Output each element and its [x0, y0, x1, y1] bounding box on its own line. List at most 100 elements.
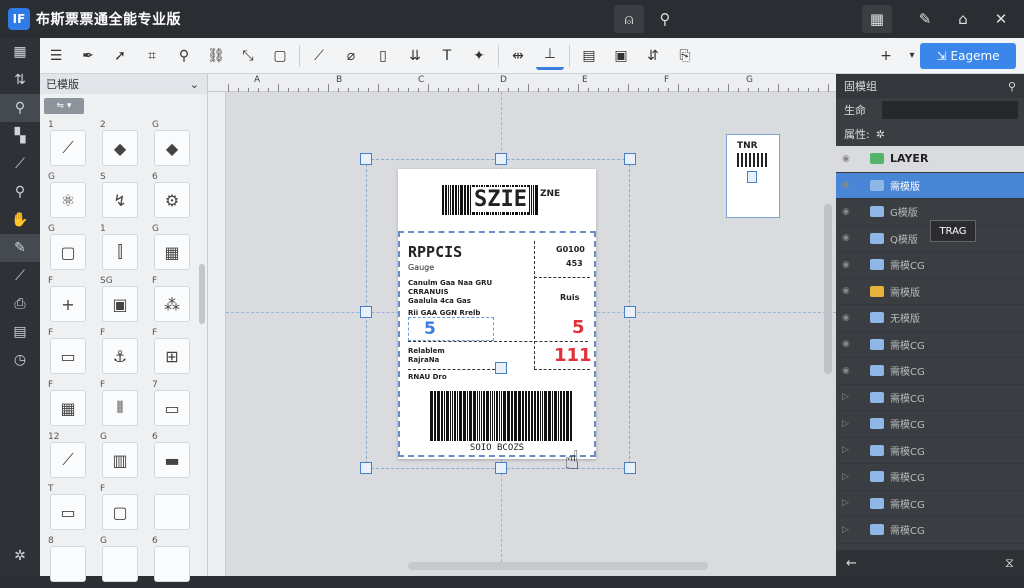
layer-row[interactable]: ◉ 需模CG: [836, 332, 1024, 358]
eye-icon[interactable]: ◉: [842, 339, 856, 349]
horizontal-scrollbar[interactable]: [408, 562, 708, 570]
eye-icon[interactable]: ◉: [842, 313, 856, 323]
search-icon[interactable]: ⚲: [650, 5, 680, 33]
layer-row[interactable]: ◉ 需模版: [836, 279, 1024, 305]
bell-icon[interactable]: ⍝: [614, 5, 644, 33]
palette-item[interactable]: 6 ▬: [148, 432, 200, 484]
merge-icon[interactable]: ⇊: [401, 42, 429, 70]
palette-item[interactable]: 12 ⟋: [44, 432, 96, 484]
search-icon[interactable]: ⚲: [0, 94, 40, 122]
shipping-label[interactable]: SZIE ZNE RPPCIS Gauge Canulm Gaa Naa GRU…: [398, 169, 596, 459]
expand-icon[interactable]: ▷: [842, 392, 856, 402]
resize-handle[interactable]: [360, 462, 372, 474]
stamp-icon[interactable]: ⎙: [0, 290, 40, 318]
clock-icon[interactable]: ◷: [0, 346, 40, 374]
pointer-icon[interactable]: ➚: [106, 42, 134, 70]
expand-icon[interactable]: ▷: [842, 525, 856, 535]
doc-icon[interactable]: ▯: [369, 42, 397, 70]
baseline-icon[interactable]: ⊥: [536, 42, 564, 70]
menu-icon[interactable]: ☰: [42, 42, 70, 70]
expand-icon[interactable]: ▷: [842, 419, 856, 429]
pen-icon[interactable]: ✎: [910, 5, 940, 33]
link-icon[interactable]: ⛓: [202, 42, 230, 70]
palette-item[interactable]: G: [96, 536, 148, 588]
grid-icon[interactable]: ▦: [862, 5, 892, 33]
add-icon[interactable]: +: [872, 42, 900, 70]
palette-item[interactable]: G ▦: [148, 224, 200, 276]
palette-item[interactable]: G ▢: [44, 224, 96, 276]
magic-icon[interactable]: ✦: [465, 42, 493, 70]
pipette-icon[interactable]: ⟋: [0, 150, 40, 178]
vertical-scrollbar[interactable]: [824, 204, 832, 374]
palette-item[interactable]: 1 ⟋: [44, 120, 96, 172]
name-input[interactable]: [882, 101, 1018, 119]
palette-item[interactable]: G ⚛: [44, 172, 96, 224]
resize-handle[interactable]: [360, 153, 372, 165]
palette-item[interactable]: 6: [148, 536, 200, 588]
palette-item[interactable]: [148, 484, 200, 536]
back-arrow-icon[interactable]: ←: [846, 556, 857, 571]
layer-row[interactable]: ◉ 需模CG: [836, 252, 1024, 279]
expand-icon[interactable]: ▷: [842, 445, 856, 455]
layer-row[interactable]: ◉ 无模版: [836, 305, 1024, 332]
arrow-icon[interactable]: ⇵: [639, 42, 667, 70]
resize-handle[interactable]: [495, 153, 507, 165]
resize-handle[interactable]: [624, 153, 636, 165]
crop-icon[interactable]: ⌗: [138, 42, 166, 70]
brush-tool-icon[interactable]: ⟋: [305, 42, 333, 70]
grid-icon[interactable]: ▦: [0, 38, 40, 66]
eye-icon[interactable]: ◉: [842, 233, 856, 243]
expand-icon[interactable]: ▷: [842, 498, 856, 508]
search-icon[interactable]: ⚲: [1008, 80, 1016, 93]
image-icon[interactable]: ▣: [607, 42, 635, 70]
pencil-icon[interactable]: ✎: [0, 234, 40, 262]
table-icon[interactable]: ▤: [0, 318, 40, 346]
eye-icon[interactable]: ◉: [842, 286, 856, 296]
page-icon[interactable]: ⎘: [671, 42, 699, 70]
eyedrop-icon[interactable]: ⌀: [337, 42, 365, 70]
settings-icon[interactable]: ✲: [876, 128, 885, 141]
palette-item[interactable]: F ▢: [96, 484, 148, 536]
resize-handle[interactable]: [360, 306, 372, 318]
palette-item[interactable]: T ▭: [44, 484, 96, 536]
layer-row[interactable]: ▷ 需模CG: [836, 517, 1024, 544]
shape-icon[interactable]: ▢: [266, 42, 294, 70]
eye-icon[interactable]: ◉: [842, 154, 856, 164]
tool-icon[interactable]: ⇅: [0, 66, 40, 94]
palette-item[interactable]: 1 ⫿: [96, 224, 148, 276]
palette-item[interactable]: S ↯: [96, 172, 148, 224]
align-icon[interactable]: ⇹: [504, 42, 532, 70]
palette-item[interactable]: 6 ⚙: [148, 172, 200, 224]
palette-item[interactable]: G ▥: [96, 432, 148, 484]
palette-item[interactable]: SG ▣: [96, 276, 148, 328]
palette-item[interactable]: F ⚓: [96, 328, 148, 380]
resize-handle[interactable]: [495, 462, 507, 474]
palette-item[interactable]: 8: [44, 536, 96, 588]
zoom-tool-icon[interactable]: ⚲: [170, 42, 198, 70]
export-button[interactable]: ⇲ Eageme: [920, 43, 1016, 69]
close-icon[interactable]: ✕: [986, 5, 1016, 33]
palette-item[interactable]: F ▦: [44, 380, 96, 432]
palette-item[interactable]: 2 ◆: [96, 120, 148, 172]
table-tool-icon[interactable]: ▤: [575, 42, 603, 70]
brush-icon[interactable]: ⟋: [0, 262, 40, 290]
layer-row[interactable]: ◉ 需模版: [836, 172, 1024, 199]
layer-row[interactable]: ◉ 需模CG: [836, 358, 1024, 385]
expand-icon[interactable]: ▷: [842, 472, 856, 482]
palette-item[interactable]: F ⁂: [148, 276, 200, 328]
palette-item[interactable]: F ⫴: [96, 380, 148, 432]
resize-handle[interactable]: [624, 306, 636, 318]
settings-icon[interactable]: ✲: [0, 542, 40, 570]
palette-item[interactable]: G ◆: [148, 120, 200, 172]
zoom-icon[interactable]: ⚲: [0, 178, 40, 206]
layer-row[interactable]: ◉ LAYER: [836, 146, 1024, 173]
palette-filter[interactable]: ⇋ ▾: [44, 98, 84, 114]
palette-item[interactable]: 7 ▭: [148, 380, 200, 432]
resize-handle[interactable]: [495, 362, 507, 374]
palette-item[interactable]: F +: [44, 276, 96, 328]
layer-row[interactable]: ▷ 需模CG: [836, 438, 1024, 464]
eye-icon[interactable]: ◉: [842, 260, 856, 270]
palette-item[interactable]: F ▭: [44, 328, 96, 380]
layer-row[interactable]: ▷ 需模CG: [836, 491, 1024, 517]
text-tool-icon[interactable]: T: [433, 42, 461, 70]
